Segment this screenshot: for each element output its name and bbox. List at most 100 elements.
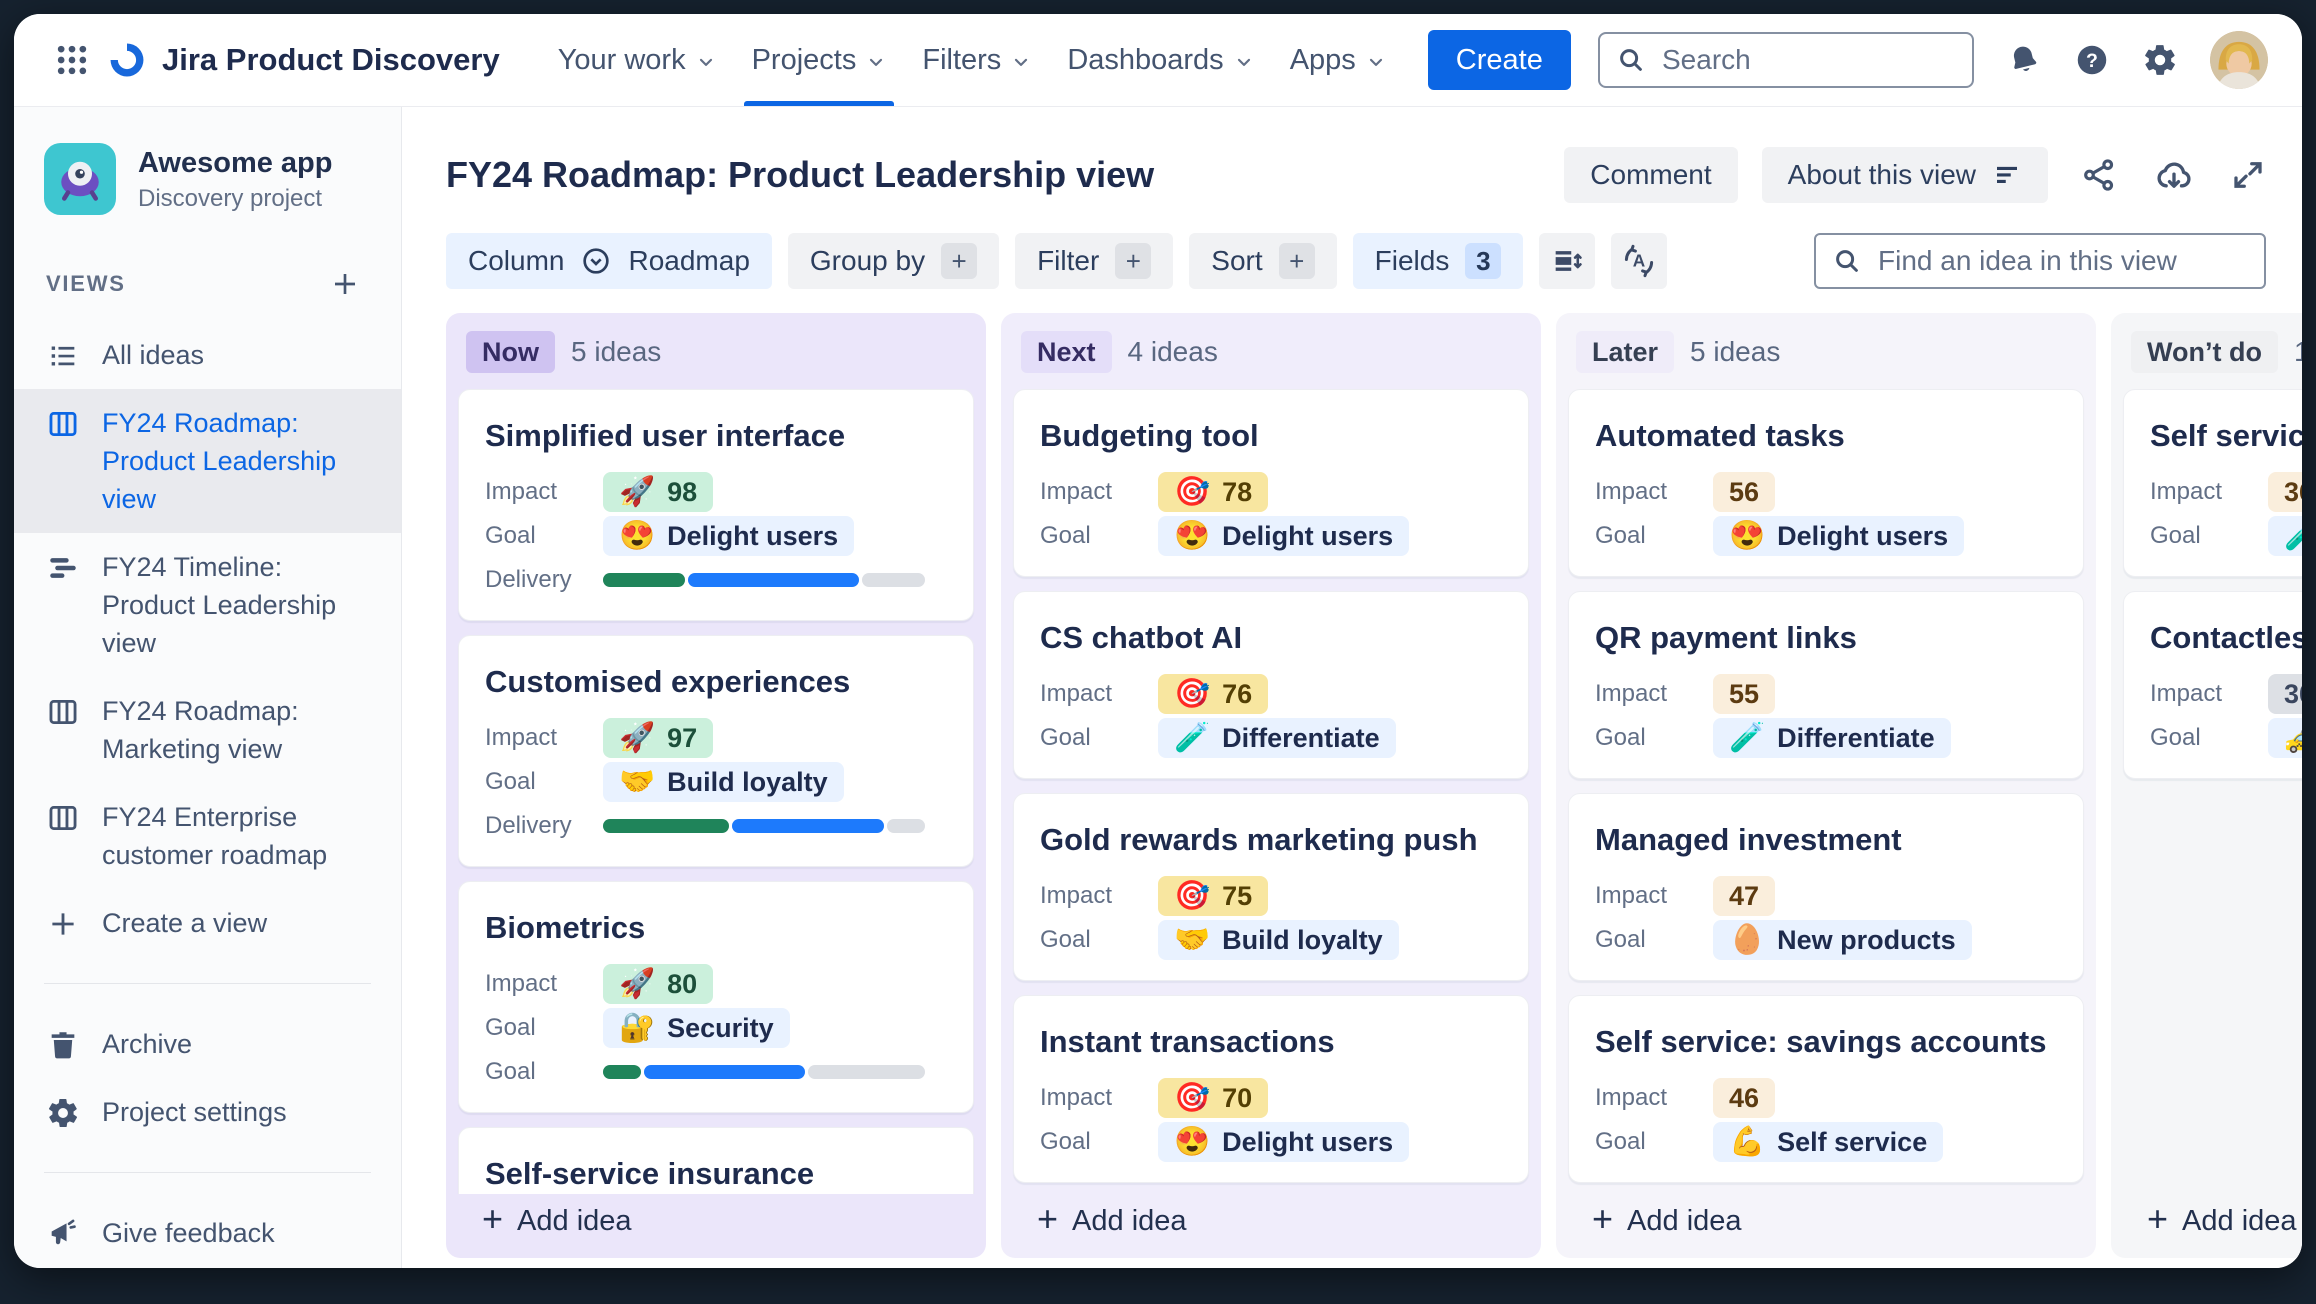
goal-value: Delight users	[1222, 1126, 1394, 1157]
goal-value: Security	[667, 1012, 774, 1043]
global-search[interactable]	[1598, 32, 1974, 88]
column-later: Later 5 ideas Automated tasks Impact 56 Go…	[1556, 313, 2096, 1258]
sidebar-item-label: FY24 Enterprise customer roadmap	[102, 802, 328, 870]
fields-button[interactable]: Fields 3	[1352, 233, 1524, 289]
nav-item-apps[interactable]: Apps	[1272, 14, 1404, 106]
notifications-icon[interactable]	[2006, 42, 2042, 78]
goal-badge: 🧪 Differentiate	[1158, 718, 1396, 758]
add-idea-button[interactable]: + Add idea	[1586, 1201, 1748, 1239]
sidebar-item-all-ideas[interactable]: All ideas	[14, 321, 401, 389]
add-idea-button[interactable]: + Add idea	[476, 1201, 638, 1239]
field-label: Goal	[1040, 724, 1091, 751]
nav-item-dashboards[interactable]: Dashboards	[1049, 14, 1271, 106]
brand: Jira Product Discovery	[106, 39, 500, 81]
idea-card[interactable]: Simplified user interface Impact 🚀 98 Goal 😍…	[458, 389, 974, 621]
translate-icon[interactable]: A	[1611, 233, 1668, 289]
group-by-button[interactable]: Group by +	[787, 233, 1000, 289]
fullscreen-icon[interactable]	[2230, 157, 2266, 193]
idea-card[interactable]: Managed investment Impact 47 Goal 🥚 New prod…	[1568, 793, 2084, 981]
card-field-row: Goal 😍 Delight users	[1040, 514, 1502, 558]
card-field-row: Delivery	[485, 804, 947, 848]
idea-card[interactable]: Automated tasks Impact 56 Goal 😍 Delight use…	[1568, 389, 2084, 577]
align-lines-icon	[1992, 160, 2022, 190]
plus-icon: +	[2147, 1198, 2169, 1239]
idea-card[interactable]: Self-service insurance Impact🚀80Goal💪Sel…	[458, 1127, 974, 1194]
sidebar-item-fy24-enterprise-customer-roadmap[interactable]: FY24 Enterprise customer roadmap	[14, 783, 401, 889]
column-value: Roadmap	[628, 245, 750, 276]
idea-title: Self-service insurance	[485, 1156, 815, 1191]
toolbar-row: Column Roadmap Group by + Filter + Sort	[402, 203, 2302, 289]
idea-card[interactable]: Self service: Impact 36 Goal 🧪	[2123, 389, 2302, 577]
field-label: Goal	[1040, 1128, 1091, 1155]
nav-item-your-work[interactable]: Your work	[540, 14, 734, 106]
comment-button[interactable]: Comment	[1564, 147, 1738, 203]
svg-text:?: ?	[2086, 50, 2098, 72]
idea-card[interactable]: Customised experiences Impact 🚀 97 Goal 🤝 Bui…	[458, 635, 974, 867]
field-label: Goal	[1595, 724, 1646, 751]
goal-emoji-icon: 🤝	[619, 765, 656, 798]
idea-card[interactable]: Budgeting tool Impact 🎯 78 Goal 😍 Delight use…	[1013, 389, 1529, 577]
idea-title: Gold rewards marketing push	[1040, 822, 1478, 857]
impact-value: 70	[1222, 1082, 1253, 1113]
find-idea-box[interactable]	[1814, 233, 2266, 289]
idea-title: Instant transactions	[1040, 1024, 1335, 1059]
user-avatar[interactable]	[2210, 31, 2268, 89]
idea-card[interactable]: CS chatbot AI Impact 🎯 76 Goal 🧪 Differentiat…	[1013, 591, 1529, 779]
idea-card[interactable]: Self service: savings accounts Impact 46 G…	[1568, 995, 2084, 1183]
card-field-row: Goal 🤝 Build loyalty	[485, 760, 947, 804]
idea-card[interactable]: Instant transactions Impact 🎯 70 Goal 😍 Delig…	[1013, 995, 1529, 1183]
share-icon[interactable]	[2080, 156, 2118, 194]
sidebar-item-fy24-roadmap-marketing-view[interactable]: FY24 Roadmap: Marketing view	[14, 677, 401, 783]
column-label: Column	[468, 245, 565, 276]
card-density-icon[interactable]	[1539, 233, 1596, 289]
app-window: Jira Product Discovery Your work Project…	[14, 14, 2302, 1268]
column-footer: + Add idea	[446, 1194, 986, 1258]
add-idea-label: Add idea	[2182, 1204, 2297, 1237]
export-cloud-icon[interactable]	[2154, 155, 2194, 195]
card-field-row: Impact 🎯 75	[1040, 874, 1502, 918]
add-idea-button[interactable]: + Add idea	[1031, 1201, 1193, 1239]
nav-item-label: Filters	[922, 43, 1002, 76]
idea-fields: Impact 30 Goal 🚕	[2150, 672, 2302, 760]
search-input[interactable]	[1660, 43, 1956, 77]
sidebar-item-project-settings[interactable]: Project settings	[14, 1078, 401, 1146]
help-icon[interactable]: ?	[2074, 42, 2110, 78]
progress-segment-blue	[643, 1065, 806, 1079]
impact-badge: 30	[2268, 674, 2302, 714]
give-feedback-button[interactable]: Give feedback	[14, 1199, 401, 1267]
idea-fields: Impact 56 Goal 😍 Delight users	[1595, 470, 2057, 558]
idea-card[interactable]: Biometrics Impact 🚀 80 Goal 🔐 Security Goal	[458, 881, 974, 1113]
search-icon	[1832, 246, 1862, 276]
filter-button[interactable]: Filter +	[1015, 233, 1174, 289]
add-idea-button[interactable]: + Add idea	[2141, 1198, 2302, 1239]
field-label: Impact	[485, 478, 558, 505]
card-field-row: Impact 🚀 97	[485, 716, 947, 760]
app-switcher-icon[interactable]	[46, 38, 90, 82]
idea-card[interactable]: Contactless Impact 30 Goal 🚕	[2123, 591, 2302, 779]
sidebar-item-fy24-timeline-product-leadership-view[interactable]: FY24 Timeline: Product Leadership view	[14, 533, 401, 677]
settings-gear-icon[interactable]	[2142, 42, 2178, 78]
sidebar-item-create-a-view[interactable]: Create a view	[14, 889, 401, 957]
chevron-down-icon	[1234, 52, 1254, 72]
nav-item-filters[interactable]: Filters	[904, 14, 1049, 106]
impact-badge: 55	[1713, 674, 1776, 714]
sidebar-item-archive[interactable]: Archive	[14, 1010, 401, 1078]
card-field-row: Goal 😍 Delight users	[1595, 514, 2057, 558]
idea-card[interactable]: Gold rewards marketing push Impact 🎯 75 Goa…	[1013, 793, 1529, 981]
impact-emoji-icon: 🎯	[1174, 879, 1211, 912]
add-view-icon[interactable]	[323, 267, 367, 301]
column-selector-button[interactable]: Column Roadmap	[446, 233, 772, 289]
sort-button[interactable]: Sort +	[1189, 233, 1337, 289]
goal-badge: 🧪	[2268, 516, 2302, 556]
idea-card[interactable]: QR payment links Impact 55 Goal 🧪 Differenti…	[1568, 591, 2084, 779]
idea-title: Customised experiences	[485, 664, 851, 699]
nav-item-projects[interactable]: Projects	[734, 14, 905, 106]
about-this-view-button[interactable]: About this view	[1761, 147, 2048, 203]
create-button[interactable]: Create	[1427, 30, 1571, 90]
project-header[interactable]: Awesome app Discovery project	[14, 143, 401, 215]
column-idea-count: 5 ideas	[1690, 336, 1781, 367]
find-idea-input[interactable]	[1876, 244, 2248, 278]
card-field-row: Impact 🎯 78	[1040, 470, 1502, 514]
sidebar-item-fy24-roadmap-product-leadership-view[interactable]: FY24 Roadmap: Product Leadership view	[14, 389, 401, 533]
goal-emoji-icon: 😍	[1174, 1125, 1211, 1158]
